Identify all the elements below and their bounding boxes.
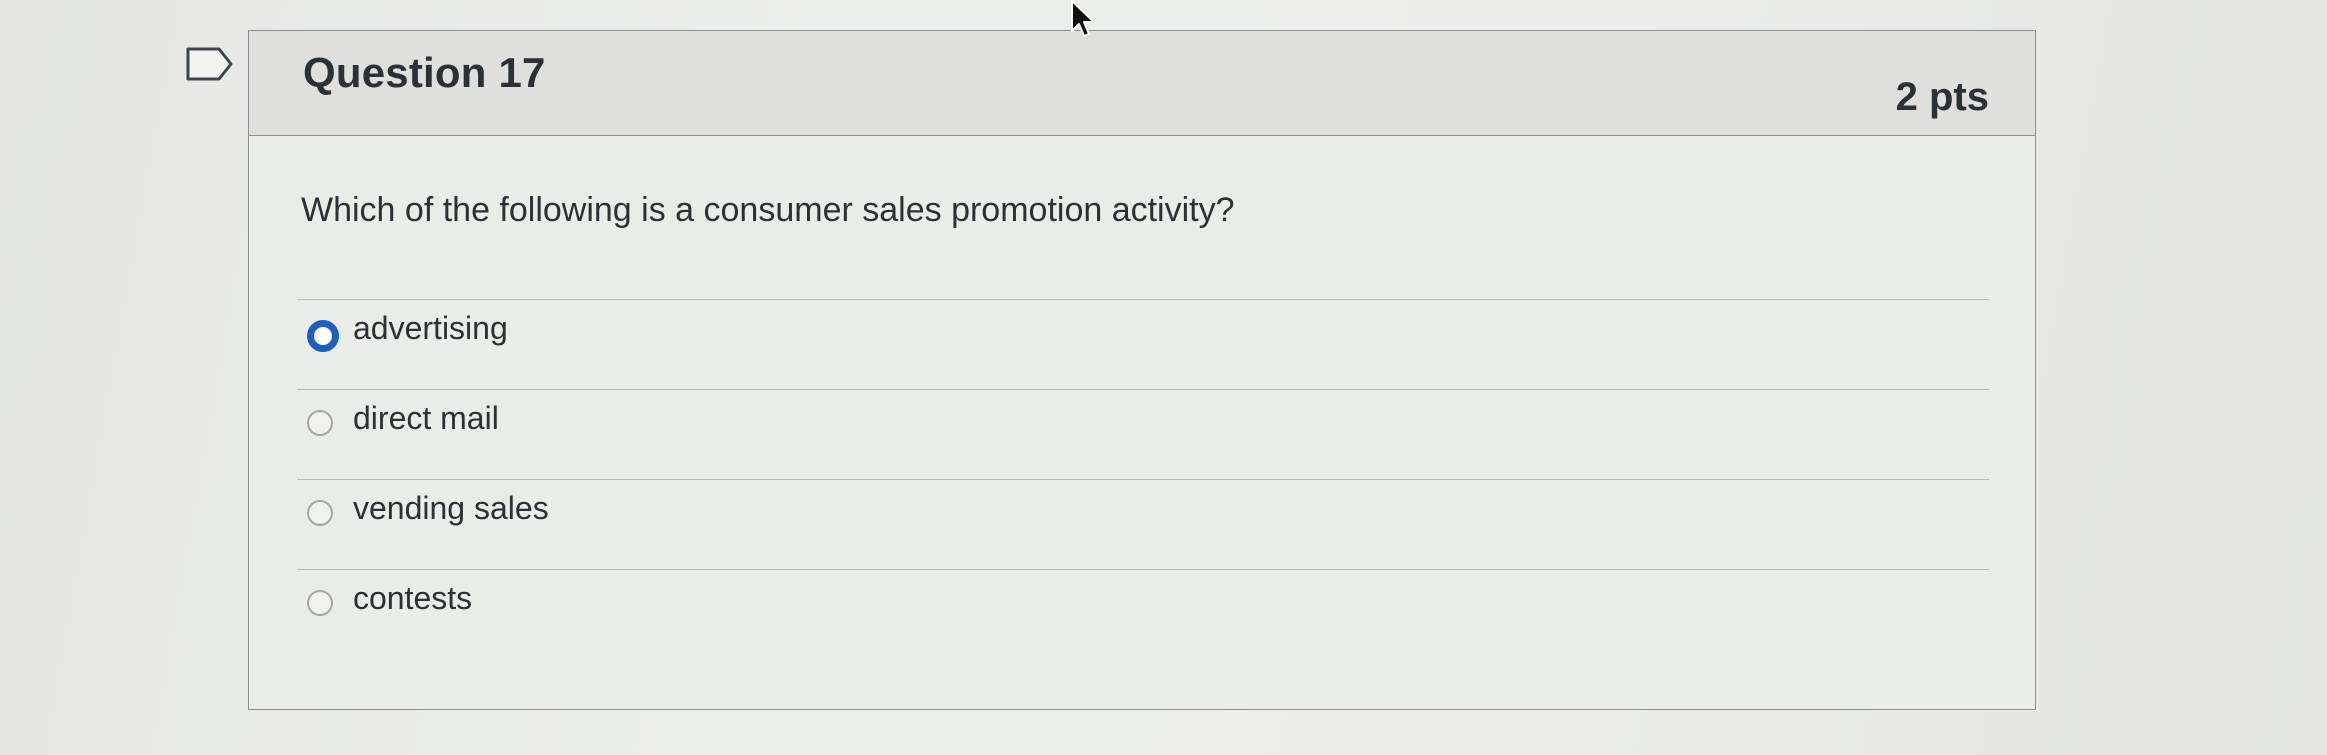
answer-label[interactable]: direct mail: [353, 400, 499, 437]
radio-icon[interactable]: [307, 590, 333, 616]
question-title: Question 17: [303, 49, 546, 96]
mouse-cursor-icon: [1071, 0, 1095, 37]
question-points: 2 pts: [1895, 75, 1989, 119]
answer-label[interactable]: vending sales: [353, 490, 549, 527]
flag-question-icon[interactable]: [185, 46, 235, 82]
answer-label[interactable]: contests: [353, 580, 472, 617]
question-prompt: Which of the following is a consumer sal…: [301, 191, 1235, 229]
answer-label[interactable]: advertising: [353, 310, 508, 347]
question-header: Question 17 2 pts: [249, 31, 2035, 136]
answer-list: advertising direct mail vending sales co…: [297, 299, 1989, 659]
radio-icon[interactable]: [307, 410, 333, 436]
radio-selected-icon[interactable]: [307, 320, 339, 352]
question-card: Question 17 2 pts Which of the following…: [248, 30, 2036, 710]
radio-icon[interactable]: [307, 500, 333, 526]
answer-option-contests[interactable]: contests: [297, 569, 1989, 659]
answer-option-direct-mail[interactable]: direct mail: [297, 389, 1989, 479]
answer-option-advertising[interactable]: advertising: [297, 299, 1989, 389]
answer-option-vending-sales[interactable]: vending sales: [297, 479, 1989, 569]
